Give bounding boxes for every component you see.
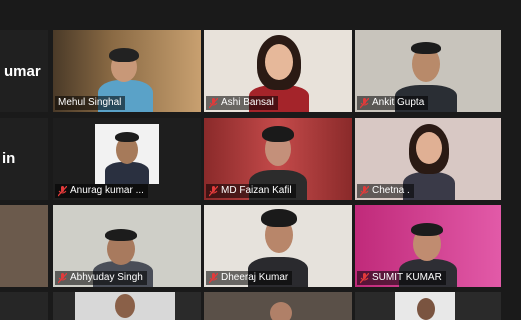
left-cropped-tile-1[interactable]: umar	[0, 30, 48, 112]
left-cropped-tile-3[interactable]	[0, 205, 48, 287]
participant-name-label: Dheeraj Kumar	[206, 271, 293, 285]
participant-name: Chetna .	[372, 185, 410, 196]
participant-tile-row4-3[interactable]	[355, 292, 501, 320]
profile-photo	[395, 292, 455, 320]
participant-name-label: Chetna .	[357, 184, 414, 198]
muted-mic-icon	[360, 97, 369, 108]
participant-hair	[262, 126, 294, 142]
participant-name: Ankit Gupta	[372, 97, 425, 108]
participant-hair	[411, 42, 441, 54]
participant-hair	[261, 209, 297, 227]
muted-mic-icon	[360, 185, 369, 196]
cropped-participant-name: umar	[4, 63, 41, 80]
participant-tile-chetna[interactable]: Chetna .	[355, 118, 501, 200]
participant-hair	[411, 223, 443, 236]
participant-name: Dheeraj Kumar	[221, 272, 289, 283]
participant-face	[265, 44, 293, 80]
participant-tile-ankit[interactable]: Ankit Gupta	[355, 30, 501, 112]
participant-tile-row4-2[interactable]	[204, 292, 352, 320]
left-cropped-tile-4[interactable]	[0, 292, 48, 320]
profile-photo	[75, 292, 175, 320]
participant-face	[270, 302, 292, 320]
participant-name-label: Mehul Singhal	[55, 96, 126, 110]
muted-mic-icon	[209, 185, 218, 196]
participant-name-label: MD Faizan Kafil	[206, 184, 296, 198]
participant-hair	[105, 229, 137, 241]
participant-name: Mehul Singhal	[58, 97, 122, 108]
left-cropped-tile-2[interactable]: in	[0, 118, 48, 200]
participant-name-label: Ankit Gupta	[357, 96, 429, 110]
participant-name: Ashi Bansal	[221, 97, 274, 108]
participant-face	[416, 132, 442, 164]
muted-mic-icon	[58, 272, 67, 283]
participant-tile-anurag[interactable]: Anurag kumar ...	[53, 118, 201, 200]
muted-mic-icon	[209, 97, 218, 108]
muted-mic-icon	[58, 185, 67, 196]
participant-name-label: SUMIT KUMAR	[357, 271, 446, 285]
participant-tile-dheeraj[interactable]: Dheeraj Kumar	[204, 205, 352, 287]
participant-name: Abhyuday Singh	[70, 272, 143, 283]
muted-mic-icon	[209, 272, 218, 283]
participant-name: SUMIT KUMAR	[372, 272, 442, 283]
participant-name: MD Faizan Kafil	[221, 185, 292, 196]
participant-name-label: Ashi Bansal	[206, 96, 278, 110]
cropped-participant-name: in	[2, 150, 16, 167]
participant-tile-mehul[interactable]: Mehul Singhal	[53, 30, 201, 112]
profile-photo	[95, 124, 159, 184]
participant-name: Anurag kumar ...	[70, 185, 144, 196]
participant-name-label: Anurag kumar ...	[55, 184, 148, 198]
participant-tile-abhyuday[interactable]: Abhyuday Singh	[53, 205, 201, 287]
participant-name-label: Abhyuday Singh	[55, 271, 147, 285]
participant-tile-row4-1[interactable]	[53, 292, 201, 320]
participant-hair	[109, 48, 139, 62]
participant-tile-sumit[interactable]: SUMIT KUMAR	[355, 205, 501, 287]
muted-mic-icon	[360, 272, 369, 283]
participant-tile-faizan[interactable]: MD Faizan Kafil	[204, 118, 352, 200]
participant-tile-ashi[interactable]: Ashi Bansal	[204, 30, 352, 112]
